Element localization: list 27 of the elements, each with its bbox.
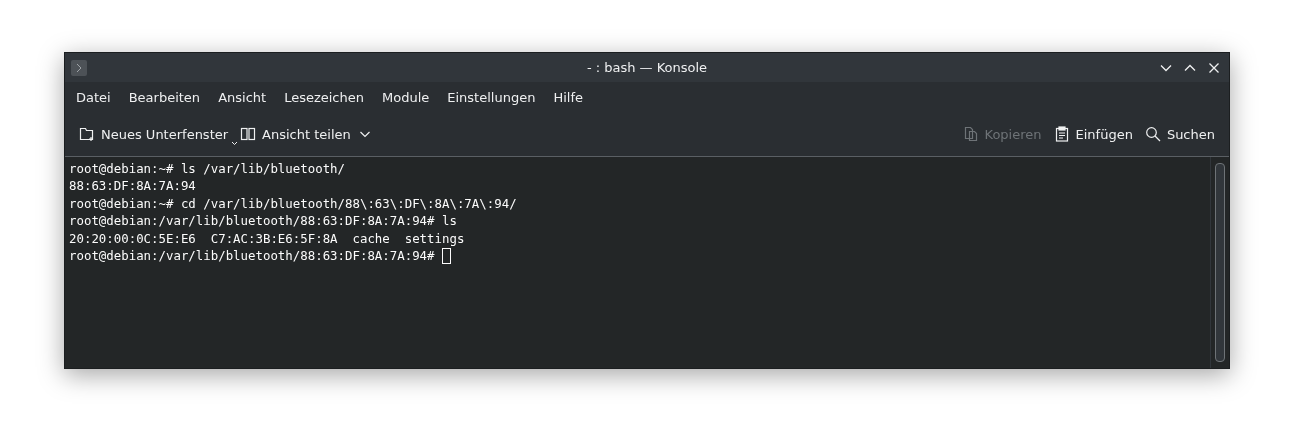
scrollbar-thumb[interactable]: [1215, 163, 1225, 362]
terminal-line: root@debian:/var/lib/bluetooth/88:63:DF:8A:7A:94# ls: [69, 212, 457, 230]
menu-item[interactable]: Bearbeiten: [120, 85, 209, 109]
menu-item[interactable]: Ansicht: [210, 85, 275, 109]
split-view-icon: [240, 126, 257, 142]
window-title: - : bash — Konsole: [586, 60, 708, 75]
menu-item[interactable]: Module: [374, 85, 438, 109]
terminal-line: root@debian:/var/lib/bluetooth/88:63:DF:8A:7A:94#: [69, 247, 436, 265]
terminal-line: 88:63:DF:8A:7A:94: [69, 177, 196, 195]
search-button[interactable]: Suchen: [1138, 122, 1221, 146]
menu-item[interactable]: Einstellungen: [439, 85, 544, 109]
terminal-area[interactable]: [65, 157, 1229, 368]
clipboard-icon: [1053, 126, 1070, 142]
terminal-line: 20:20:00:0C:5E:E6 C7:AC:3B:E6:5F:8A cache settings: [69, 229, 465, 248]
menu-item[interactable]: Hilfe: [545, 85, 591, 109]
menu-item[interactable]: Datei: [68, 85, 119, 109]
split-button[interactable]: Ansicht teilen: [234, 122, 357, 146]
copy-icon: [962, 126, 979, 142]
terminal-line: root@debian:~# ls /var/lib/bluetooth/: [69, 160, 345, 178]
new-tab-icon: [79, 126, 95, 142]
menu-item[interactable]: Lesezeichen: [276, 85, 372, 109]
terminal-line: root@debian:~# cd /var/lib/bluetooth/88\:63\:DF\:8A\:7A\:94/: [69, 194, 517, 213]
caret-icon: [231, 141, 239, 146]
close-icon: [1207, 60, 1221, 75]
new-tab-button[interactable]: Neues Unterfenster: [73, 122, 235, 146]
search-icon: [1144, 126, 1161, 142]
paste-button[interactable]: Einfügen: [1047, 122, 1139, 146]
